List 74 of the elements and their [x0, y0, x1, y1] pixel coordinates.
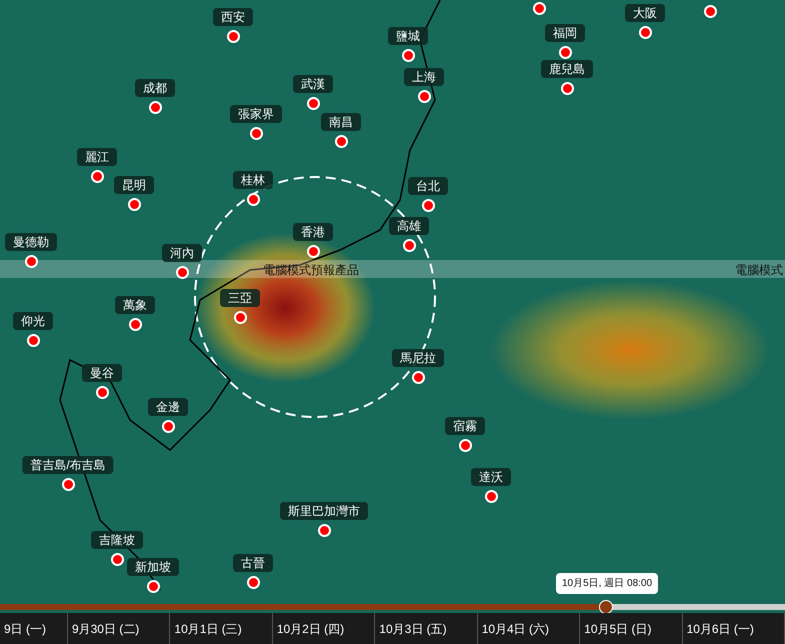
city-label: 桂林	[233, 171, 273, 189]
city-label: 張家界	[230, 105, 282, 123]
city-label: 武漢	[293, 75, 333, 93]
city-marker-icon[interactable]	[91, 170, 104, 183]
city-marker-icon[interactable]	[559, 46, 572, 59]
city-marker-icon[interactable]	[485, 490, 498, 503]
city-label: 南昌	[321, 113, 361, 131]
city-label: 達沃	[471, 468, 511, 486]
city-label: 大阪	[625, 4, 665, 22]
city-marker-icon[interactable]	[422, 199, 435, 212]
banner-text: 電腦模式	[735, 262, 783, 279]
city-marker-icon[interactable]	[128, 198, 141, 211]
city-marker-icon[interactable]	[412, 371, 425, 384]
city-label: 西安	[213, 8, 253, 26]
city-label: 福岡	[545, 24, 585, 42]
city-label: 曼德勒	[5, 233, 57, 251]
timeline-track[interactable]	[0, 604, 785, 610]
city-label: 香港	[293, 223, 333, 241]
city-label: 萬象	[115, 296, 155, 314]
day-tab[interactable]: 10月5日 (日)	[580, 613, 683, 644]
city-marker-icon[interactable]	[176, 266, 189, 279]
time-tooltip: 10月5日, 週日 08:00	[556, 573, 658, 594]
city-label: 高雄	[389, 217, 429, 235]
city-label: 成都	[135, 79, 175, 97]
city-marker-icon[interactable]	[96, 386, 109, 399]
city-marker-icon[interactable]	[227, 30, 240, 43]
city-label: 普吉島/布吉島	[22, 456, 114, 474]
city-marker-icon[interactable]	[704, 5, 717, 18]
day-tab[interactable]: 10月4日 (六)	[478, 613, 580, 644]
day-tab[interactable]: 9月30日 (二)	[68, 613, 170, 644]
day-tab[interactable]: 10月6日 (一)	[682, 613, 785, 644]
city-marker-icon[interactable]	[639, 26, 652, 39]
city-label: 斯里巴加灣市	[280, 502, 368, 520]
city-marker-icon[interactable]	[307, 97, 320, 110]
city-label: 仰光	[13, 312, 53, 330]
city-marker-icon[interactable]	[147, 580, 160, 593]
city-marker-icon[interactable]	[129, 318, 142, 331]
city-marker-icon[interactable]	[250, 127, 263, 140]
city-label: 麗江	[77, 148, 117, 166]
day-tab[interactable]: 10月1日 (三)	[170, 613, 273, 644]
city-marker-icon[interactable]	[418, 90, 431, 103]
city-label: 馬尼拉	[392, 349, 444, 367]
day-tab[interactable]: 9日 (一)	[0, 613, 68, 644]
city-marker-icon[interactable]	[247, 193, 260, 206]
city-label: 曼谷	[82, 364, 122, 382]
city-label: 宿霧	[445, 417, 485, 435]
city-marker-icon[interactable]	[459, 439, 472, 452]
city-label: 三亞	[220, 289, 260, 307]
city-marker-icon[interactable]	[403, 239, 416, 252]
city-label: 鹿兒島	[541, 60, 593, 78]
city-marker-icon[interactable]	[402, 49, 415, 62]
city-marker-icon[interactable]	[247, 576, 260, 589]
city-label: 金邊	[148, 398, 188, 416]
city-marker-icon[interactable]	[318, 524, 331, 537]
city-label: 昆明	[114, 176, 154, 194]
timeline-handle[interactable]	[599, 600, 614, 614]
city-label: 鹽城	[388, 27, 428, 45]
city-label: 上海	[404, 68, 444, 86]
day-tab[interactable]: 10月3日 (五)	[375, 613, 478, 644]
city-label: 古晉	[233, 554, 273, 572]
day-tab[interactable]: 10月2日 (四)	[272, 613, 376, 644]
city-marker-icon[interactable]	[27, 334, 40, 347]
city-label: 台北	[408, 177, 448, 195]
city-marker-icon[interactable]	[335, 135, 348, 148]
city-marker-icon[interactable]	[62, 478, 75, 491]
city-label: 河內	[162, 244, 202, 262]
city-marker-icon[interactable]	[111, 553, 124, 566]
city-label: 吉隆坡	[91, 531, 143, 549]
city-marker-icon[interactable]	[162, 420, 175, 433]
city-label: 新加坡	[127, 558, 179, 576]
city-marker-icon[interactable]	[25, 255, 38, 268]
city-marker-icon[interactable]	[533, 2, 546, 15]
city-marker-icon[interactable]	[561, 82, 574, 95]
city-marker-icon[interactable]	[149, 101, 162, 114]
